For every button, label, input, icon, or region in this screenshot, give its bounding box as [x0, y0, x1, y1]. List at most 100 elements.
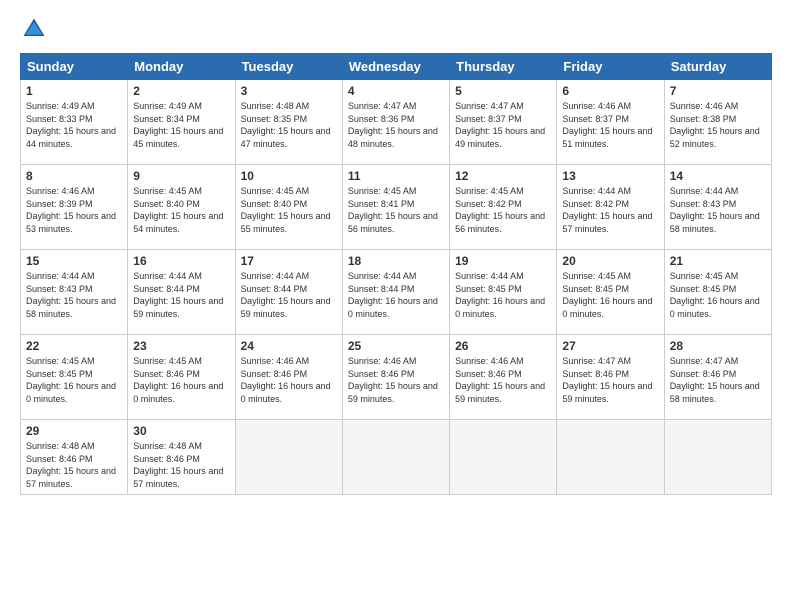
table-row: 17 Sunrise: 4:44 AMSunset: 8:44 PMDayligh…	[235, 250, 342, 335]
day-number: 16	[133, 254, 229, 268]
table-row: 22 Sunrise: 4:45 AMSunset: 8:45 PMDayligh…	[21, 335, 128, 420]
calendar-header-saturday: Saturday	[664, 54, 771, 80]
day-number: 23	[133, 339, 229, 353]
day-info: Sunrise: 4:44 AMSunset: 8:44 PMDaylight:…	[241, 270, 337, 320]
calendar-header-wednesday: Wednesday	[342, 54, 449, 80]
calendar-header-tuesday: Tuesday	[235, 54, 342, 80]
day-number: 18	[348, 254, 444, 268]
day-info: Sunrise: 4:45 AMSunset: 8:42 PMDaylight:…	[455, 185, 551, 235]
day-number: 1	[26, 84, 122, 98]
day-number: 24	[241, 339, 337, 353]
header	[20, 15, 772, 43]
calendar-header-monday: Monday	[128, 54, 235, 80]
table-row: 19 Sunrise: 4:44 AMSunset: 8:45 PMDayligh…	[450, 250, 557, 335]
table-row: 29 Sunrise: 4:48 AMSunset: 8:46 PMDayligh…	[21, 420, 128, 495]
day-info: Sunrise: 4:44 AMSunset: 8:43 PMDaylight:…	[26, 270, 122, 320]
day-info: Sunrise: 4:46 AMSunset: 8:39 PMDaylight:…	[26, 185, 122, 235]
calendar-header-thursday: Thursday	[450, 54, 557, 80]
table-row: 2 Sunrise: 4:49 AMSunset: 8:34 PMDaylight…	[128, 80, 235, 165]
day-info: Sunrise: 4:45 AMSunset: 8:45 PMDaylight:…	[562, 270, 658, 320]
calendar-header-friday: Friday	[557, 54, 664, 80]
day-number: 11	[348, 169, 444, 183]
day-info: Sunrise: 4:45 AMSunset: 8:46 PMDaylight:…	[133, 355, 229, 405]
table-row	[235, 420, 342, 495]
day-info: Sunrise: 4:49 AMSunset: 8:34 PMDaylight:…	[133, 100, 229, 150]
day-info: Sunrise: 4:46 AMSunset: 8:46 PMDaylight:…	[348, 355, 444, 405]
day-info: Sunrise: 4:47 AMSunset: 8:46 PMDaylight:…	[670, 355, 766, 405]
day-number: 19	[455, 254, 551, 268]
day-info: Sunrise: 4:45 AMSunset: 8:40 PMDaylight:…	[241, 185, 337, 235]
day-info: Sunrise: 4:46 AMSunset: 8:38 PMDaylight:…	[670, 100, 766, 150]
day-info: Sunrise: 4:44 AMSunset: 8:44 PMDaylight:…	[348, 270, 444, 320]
day-info: Sunrise: 4:48 AMSunset: 8:46 PMDaylight:…	[26, 440, 122, 490]
table-row: 25Sunrise: 4:46 AMSunset: 8:46 PMDayligh…	[342, 335, 449, 420]
day-info: Sunrise: 4:49 AMSunset: 8:33 PMDaylight:…	[26, 100, 122, 150]
table-row: 7 Sunrise: 4:46 AMSunset: 8:38 PMDaylight…	[664, 80, 771, 165]
table-row: 5 Sunrise: 4:47 AMSunset: 8:37 PMDaylight…	[450, 80, 557, 165]
day-number: 22	[26, 339, 122, 353]
day-info: Sunrise: 4:48 AMSunset: 8:46 PMDaylight:…	[133, 440, 229, 490]
table-row: 9 Sunrise: 4:45 AMSunset: 8:40 PMDaylight…	[128, 165, 235, 250]
table-row: 12Sunrise: 4:45 AMSunset: 8:42 PMDayligh…	[450, 165, 557, 250]
logo-icon	[20, 15, 48, 43]
table-row: 26Sunrise: 4:46 AMSunset: 8:46 PMDayligh…	[450, 335, 557, 420]
table-row: 1 Sunrise: 4:49 AMSunset: 8:33 PMDaylight…	[21, 80, 128, 165]
day-number: 5	[455, 84, 551, 98]
day-info: Sunrise: 4:44 AMSunset: 8:44 PMDaylight:…	[133, 270, 229, 320]
table-row: 3 Sunrise: 4:48 AMSunset: 8:35 PMDaylight…	[235, 80, 342, 165]
day-number: 29	[26, 424, 122, 438]
day-info: Sunrise: 4:47 AMSunset: 8:46 PMDaylight:…	[562, 355, 658, 405]
day-number: 30	[133, 424, 229, 438]
day-number: 10	[241, 169, 337, 183]
day-number: 2	[133, 84, 229, 98]
day-info: Sunrise: 4:47 AMSunset: 8:37 PMDaylight:…	[455, 100, 551, 150]
day-number: 21	[670, 254, 766, 268]
day-info: Sunrise: 4:45 AMSunset: 8:40 PMDaylight:…	[133, 185, 229, 235]
calendar-week-row: 22 Sunrise: 4:45 AMSunset: 8:45 PMDayligh…	[21, 335, 772, 420]
table-row	[557, 420, 664, 495]
calendar-header-row: SundayMondayTuesdayWednesdayThursdayFrid…	[21, 54, 772, 80]
day-number: 26	[455, 339, 551, 353]
day-info: Sunrise: 4:44 AMSunset: 8:42 PMDaylight:…	[562, 185, 658, 235]
table-row: 11Sunrise: 4:45 AMSunset: 8:41 PMDayligh…	[342, 165, 449, 250]
calendar-table: SundayMondayTuesdayWednesdayThursdayFrid…	[20, 53, 772, 495]
day-number: 6	[562, 84, 658, 98]
table-row: 27 Sunrise: 4:47 AMSunset: 8:46 PMDayligh…	[557, 335, 664, 420]
table-row: 14 Sunrise: 4:44 AMSunset: 8:43 PMDayligh…	[664, 165, 771, 250]
calendar-week-row: 29 Sunrise: 4:48 AMSunset: 8:46 PMDayligh…	[21, 420, 772, 495]
day-info: Sunrise: 4:48 AMSunset: 8:35 PMDaylight:…	[241, 100, 337, 150]
day-number: 3	[241, 84, 337, 98]
day-number: 28	[670, 339, 766, 353]
day-number: 4	[348, 84, 444, 98]
day-number: 7	[670, 84, 766, 98]
day-info: Sunrise: 4:46 AMSunset: 8:37 PMDaylight:…	[562, 100, 658, 150]
day-info: Sunrise: 4:45 AMSunset: 8:45 PMDaylight:…	[26, 355, 122, 405]
day-number: 17	[241, 254, 337, 268]
day-number: 20	[562, 254, 658, 268]
day-number: 9	[133, 169, 229, 183]
table-row: 23 Sunrise: 4:45 AMSunset: 8:46 PMDayligh…	[128, 335, 235, 420]
day-info: Sunrise: 4:44 AMSunset: 8:45 PMDaylight:…	[455, 270, 551, 320]
table-row: 8 Sunrise: 4:46 AMSunset: 8:39 PMDaylight…	[21, 165, 128, 250]
table-row: 18 Sunrise: 4:44 AMSunset: 8:44 PMDayligh…	[342, 250, 449, 335]
day-info: Sunrise: 4:47 AMSunset: 8:36 PMDaylight:…	[348, 100, 444, 150]
day-number: 8	[26, 169, 122, 183]
day-number: 15	[26, 254, 122, 268]
logo	[20, 15, 52, 43]
page: SundayMondayTuesdayWednesdayThursdayFrid…	[0, 0, 792, 612]
table-row: 24 Sunrise: 4:46 AMSunset: 8:46 PMDayligh…	[235, 335, 342, 420]
table-row: 28 Sunrise: 4:47 AMSunset: 8:46 PMDayligh…	[664, 335, 771, 420]
day-info: Sunrise: 4:44 AMSunset: 8:43 PMDaylight:…	[670, 185, 766, 235]
table-row: 30 Sunrise: 4:48 AMSunset: 8:46 PMDayligh…	[128, 420, 235, 495]
table-row: 6 Sunrise: 4:46 AMSunset: 8:37 PMDaylight…	[557, 80, 664, 165]
day-number: 27	[562, 339, 658, 353]
day-info: Sunrise: 4:45 AMSunset: 8:45 PMDaylight:…	[670, 270, 766, 320]
table-row: 20 Sunrise: 4:45 AMSunset: 8:45 PMDayligh…	[557, 250, 664, 335]
table-row: 10 Sunrise: 4:45 AMSunset: 8:40 PMDayligh…	[235, 165, 342, 250]
table-row: 15 Sunrise: 4:44 AMSunset: 8:43 PMDayligh…	[21, 250, 128, 335]
table-row: 4 Sunrise: 4:47 AMSunset: 8:36 PMDaylight…	[342, 80, 449, 165]
day-number: 13	[562, 169, 658, 183]
calendar-week-row: 1 Sunrise: 4:49 AMSunset: 8:33 PMDaylight…	[21, 80, 772, 165]
day-number: 14	[670, 169, 766, 183]
day-info: Sunrise: 4:46 AMSunset: 8:46 PMDaylight:…	[241, 355, 337, 405]
